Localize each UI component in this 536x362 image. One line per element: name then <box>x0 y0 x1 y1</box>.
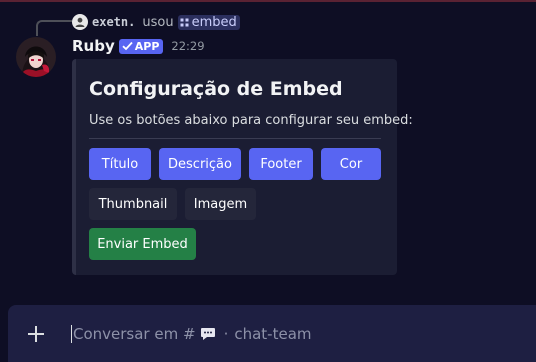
embed-title: Configuração de Embed <box>89 78 343 100</box>
top-divider <box>0 0 536 2</box>
separator-dot: · <box>223 325 229 343</box>
app-badge: APP <box>118 38 164 54</box>
message-composer[interactable]: Conversar em # · chat-team <box>8 305 536 362</box>
slash-command-icon <box>180 18 189 26</box>
placeholder-prefix: Conversar em # <box>73 325 196 343</box>
message-input[interactable]: Conversar em # · chat-team <box>71 325 312 343</box>
reply-username[interactable]: exetn. <box>92 15 135 29</box>
message-header: Ruby APP 22:29 <box>72 36 205 56</box>
reply-spine <box>36 20 72 36</box>
plus-icon[interactable] <box>24 322 48 346</box>
descricao-button[interactable]: Descrição <box>159 148 241 180</box>
avatar[interactable] <box>16 37 56 77</box>
command-mention[interactable]: embed <box>177 14 240 30</box>
titulo-button[interactable]: Título <box>89 148 151 180</box>
app-badge-label: APP <box>134 39 160 53</box>
speech-bubble-icon <box>200 327 216 341</box>
verified-check-icon <box>122 41 133 51</box>
text-caret <box>71 325 72 343</box>
enviar-embed-button[interactable]: Enviar Embed <box>89 228 196 260</box>
embed-card: Configuração de Embed Use os botões abai… <box>72 59 413 275</box>
cor-button[interactable]: Cor <box>321 148 381 180</box>
embed-description: Use os botões abaixo para configurar seu… <box>89 113 413 128</box>
username[interactable]: Ruby <box>72 37 115 55</box>
footer-button[interactable]: Footer <box>249 148 313 180</box>
embed-divider <box>89 138 381 139</box>
channel-name: chat-team <box>234 325 312 343</box>
imagem-button[interactable]: Imagem <box>185 188 256 220</box>
timestamp[interactable]: 22:29 <box>171 39 204 53</box>
user-avatar-icon[interactable] <box>72 14 88 30</box>
reply-reference[interactable]: exetn. usou embed <box>72 12 240 32</box>
command-name: embed <box>191 14 237 30</box>
reply-used-text: usou <box>142 14 174 30</box>
thumbnail-button[interactable]: Thumbnail <box>89 188 177 220</box>
